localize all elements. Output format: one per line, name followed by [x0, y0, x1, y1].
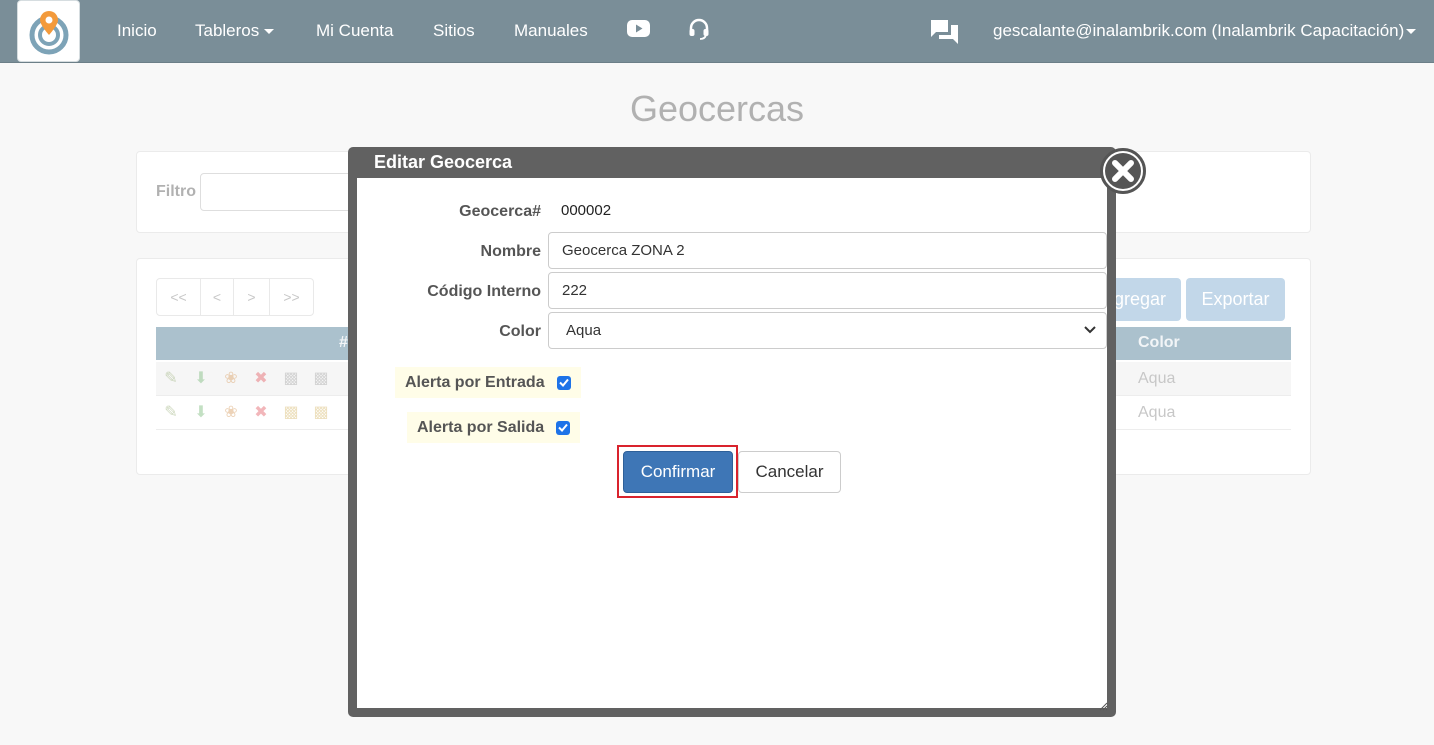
alerta-salida-label: Alerta por Salida	[417, 418, 545, 436]
color-select[interactable]: Aqua	[548, 312, 1107, 349]
close-button[interactable]	[1100, 148, 1146, 194]
nombre-label: Nombre	[480, 243, 541, 260]
caret-down-icon	[264, 29, 275, 35]
user-label: gescalante@inalambrik.com (Inalambrik Ca…	[993, 21, 1405, 40]
close-icon	[1112, 160, 1134, 182]
headset-icon[interactable]	[688, 18, 710, 40]
nombre-value: Geocerca ZONA 2	[562, 242, 685, 259]
color-label: Color	[499, 323, 541, 340]
confirm-button[interactable]: Confirmar	[623, 451, 733, 493]
codigo-label: Código Interno	[427, 283, 541, 300]
chevron-down-icon	[1084, 326, 1096, 334]
resize-handle-icon[interactable]	[1098, 701, 1108, 711]
nav-tableros-label: Tableros	[195, 21, 260, 40]
nav-mi-cuenta[interactable]: Mi Cuenta	[316, 20, 393, 42]
nav-manuales[interactable]: Manuales	[514, 20, 588, 42]
codigo-input[interactable]: 222	[548, 272, 1107, 309]
alerta-entrada-label: Alerta por Entrada	[405, 373, 545, 391]
logo-icon	[29, 11, 69, 55]
alerta-salida-group: Alerta por Salida	[407, 412, 581, 443]
logo[interactable]	[17, 0, 80, 62]
alerta-entrada-group: Alerta por Entrada	[395, 367, 581, 398]
color-select-value: Aqua	[566, 322, 602, 339]
user-menu[interactable]: gescalante@inalambrik.com (Inalambrik Ca…	[993, 20, 1417, 42]
modal-title: Editar Geocerca	[374, 152, 513, 172]
chat-icon[interactable]	[930, 19, 959, 45]
youtube-icon[interactable]	[627, 20, 650, 37]
alerta-entrada-checkbox[interactable]	[556, 375, 571, 390]
nav-inicio[interactable]: Inicio	[117, 20, 157, 42]
caret-down-icon	[1406, 29, 1417, 35]
nombre-input[interactable]: Geocerca ZONA 2	[548, 232, 1107, 269]
nav-tableros[interactable]: Tableros	[195, 20, 275, 42]
geocerca-label: Geocerca#	[459, 203, 541, 220]
nav-sitios[interactable]: Sitios	[433, 20, 475, 42]
cancel-button[interactable]: Cancelar	[738, 451, 841, 493]
geocerca-value: 000002	[561, 202, 612, 219]
codigo-value: 222	[562, 282, 588, 299]
top-navbar: Inicio Tableros Mi Cuenta Sitios Manuale…	[0, 0, 1434, 63]
check-icon	[558, 423, 568, 432]
alerta-salida-checkbox[interactable]	[556, 420, 571, 435]
check-icon	[558, 378, 569, 387]
